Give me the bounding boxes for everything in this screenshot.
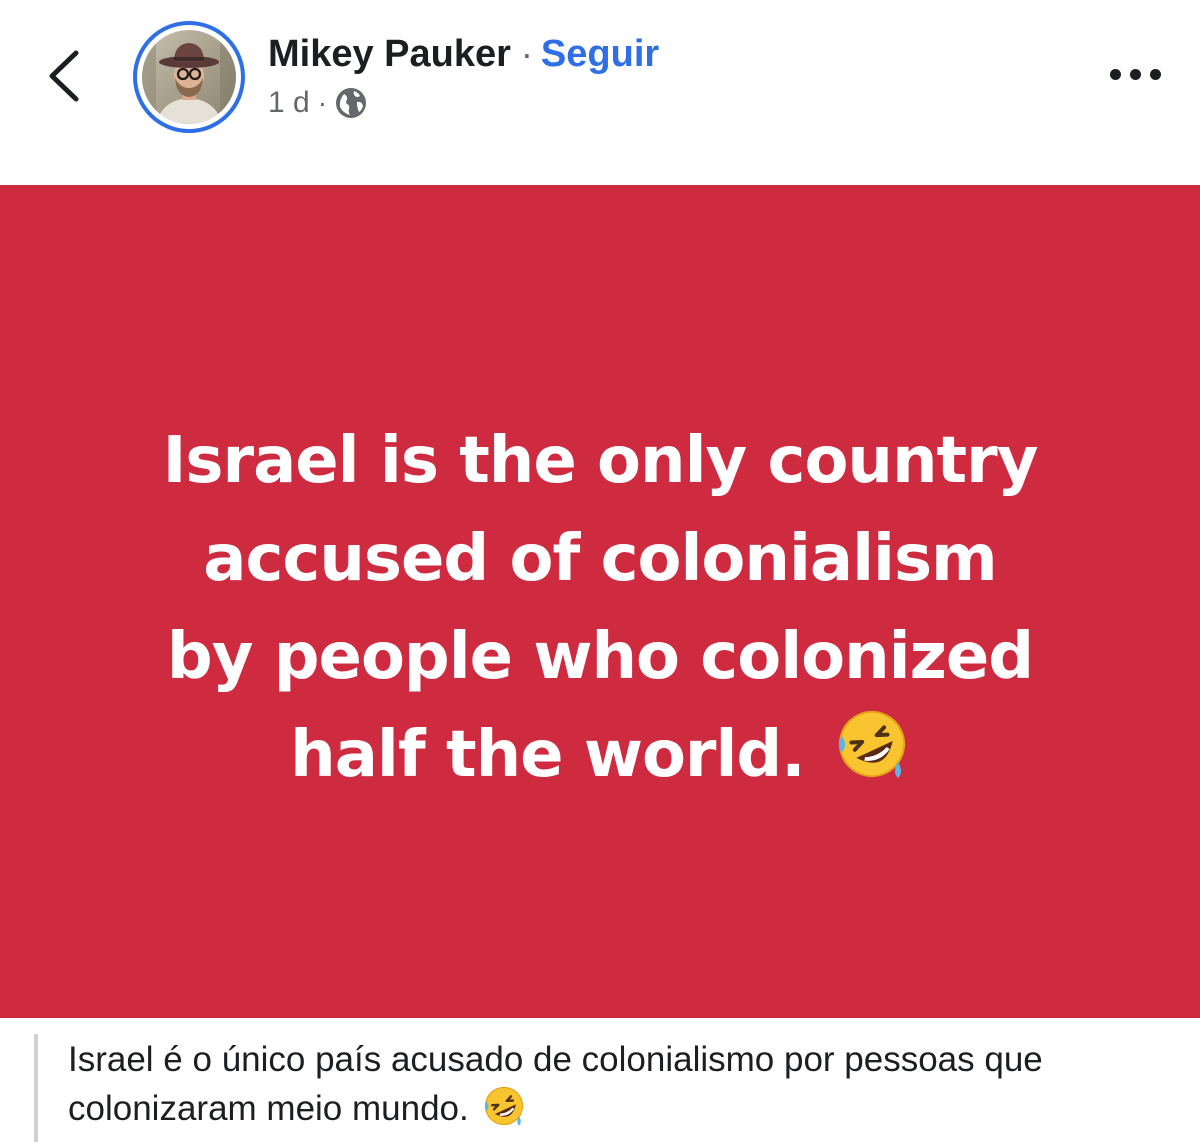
author-name[interactable]: Mikey Pauker xyxy=(268,33,511,76)
author-avatar[interactable] xyxy=(133,21,245,133)
more-dots-icon xyxy=(1149,68,1161,80)
post-line: Israel is the only country xyxy=(162,423,1039,498)
globe-icon xyxy=(336,88,367,118)
translation-text: Israel é o único país acusado de colonia… xyxy=(68,1036,1183,1133)
post-meta: 1 d · xyxy=(268,84,367,122)
post-line: half the world. xyxy=(290,717,826,792)
more-options-button[interactable] xyxy=(1100,56,1170,92)
post-line: accused of colonialism xyxy=(203,521,997,596)
name-separator: · xyxy=(520,33,533,74)
post-text: Israel is the only country accused of co… xyxy=(50,412,1150,804)
more-dots-icon xyxy=(1109,68,1121,80)
post-line: by people who colonized xyxy=(166,619,1034,694)
translation-body: Israel é o único país acusado de colonia… xyxy=(68,1040,1043,1128)
author-line: Mikey Pauker · Seguir xyxy=(268,30,659,78)
follow-button[interactable]: Seguir xyxy=(541,33,659,76)
post-background-card[interactable]: Israel is the only country accused of co… xyxy=(0,185,1200,1018)
translation-section: Israel é o único país acusado de colonia… xyxy=(0,1018,1200,1142)
more-dots-icon xyxy=(1129,68,1141,80)
post-header: Mikey Pauker · Seguir 1 d · xyxy=(0,0,1200,185)
quote-bar xyxy=(34,1034,38,1142)
meta-separator: · xyxy=(317,87,328,118)
post-page: Mikey Pauker · Seguir 1 d · Israel is th… xyxy=(0,0,1200,1142)
laughing-emoji-icon xyxy=(838,710,905,778)
chevron-left-icon[interactable] xyxy=(40,45,90,107)
avatar-photo xyxy=(142,30,236,124)
laughing-emoji-icon xyxy=(485,1086,524,1126)
post-line-last: half the world. xyxy=(50,706,1150,804)
post-timestamp[interactable]: 1 d xyxy=(268,86,310,120)
